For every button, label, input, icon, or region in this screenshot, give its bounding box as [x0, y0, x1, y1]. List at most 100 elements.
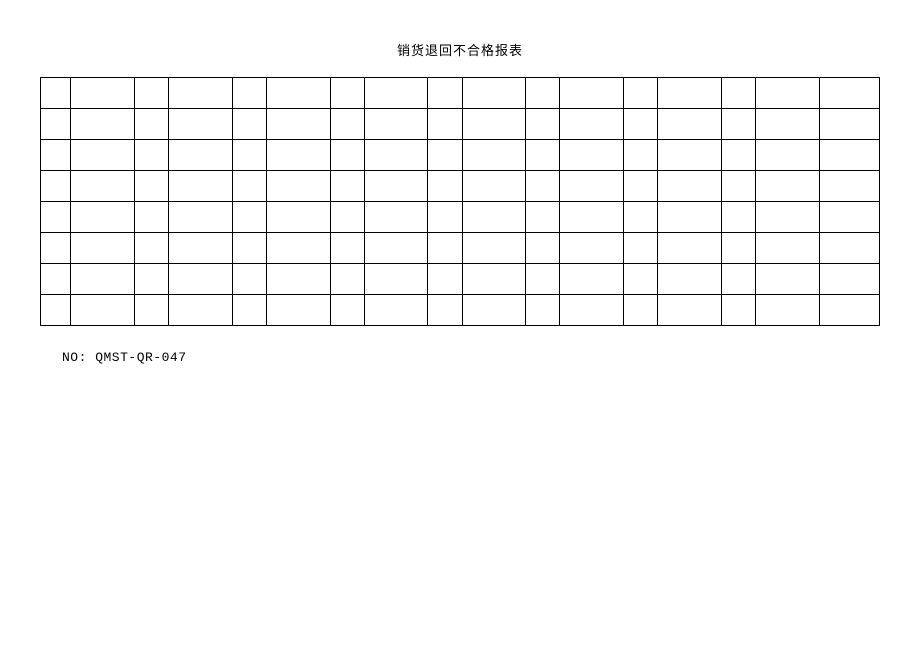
table-cell — [134, 264, 168, 295]
table-cell — [560, 140, 624, 171]
table-cell — [266, 171, 330, 202]
table-cell — [658, 202, 722, 233]
table-cell — [526, 109, 560, 140]
table-cell — [428, 171, 462, 202]
table-cell — [624, 264, 658, 295]
table-cell — [364, 109, 428, 140]
table-row — [41, 171, 880, 202]
table-cell — [756, 109, 820, 140]
document-title: 销货退回不合格报表 — [0, 0, 920, 77]
table-cell — [232, 233, 266, 264]
table-cell — [41, 264, 71, 295]
table-cell — [266, 202, 330, 233]
table-cell — [624, 202, 658, 233]
table-cell — [70, 202, 134, 233]
table-cell — [560, 109, 624, 140]
table-cell — [70, 171, 134, 202]
table-cell — [820, 202, 880, 233]
table-cell — [722, 140, 756, 171]
table-cell — [168, 233, 232, 264]
table-cell — [330, 295, 364, 326]
table-cell — [756, 140, 820, 171]
table-cell — [266, 78, 330, 109]
table-cell — [266, 295, 330, 326]
table-cell — [820, 140, 880, 171]
table-cell — [330, 171, 364, 202]
table-cell — [232, 140, 266, 171]
table-cell — [722, 109, 756, 140]
table-cell — [722, 78, 756, 109]
table-cell — [462, 264, 526, 295]
table-cell — [428, 233, 462, 264]
document-number: NO: QMST-QR-047 — [62, 350, 920, 365]
table-cell — [560, 78, 624, 109]
table-cell — [560, 264, 624, 295]
table-cell — [168, 78, 232, 109]
table-cell — [560, 233, 624, 264]
table-cell — [41, 171, 71, 202]
table-cell — [232, 202, 266, 233]
table-cell — [364, 295, 428, 326]
table-cell — [756, 78, 820, 109]
table-cell — [266, 264, 330, 295]
table-cell — [624, 109, 658, 140]
table-cell — [756, 233, 820, 264]
table-cell — [330, 264, 364, 295]
table-cell — [134, 233, 168, 264]
table-cell — [526, 233, 560, 264]
table-cell — [462, 78, 526, 109]
table-cell — [462, 202, 526, 233]
table-row — [41, 202, 880, 233]
table-cell — [462, 295, 526, 326]
table-cell — [168, 140, 232, 171]
table-cell — [428, 109, 462, 140]
table-cell — [756, 295, 820, 326]
table-cell — [364, 140, 428, 171]
table-cell — [756, 171, 820, 202]
table-cell — [526, 295, 560, 326]
table-cell — [462, 140, 526, 171]
table-cell — [168, 264, 232, 295]
table-cell — [658, 109, 722, 140]
table-cell — [330, 140, 364, 171]
table-cell — [560, 202, 624, 233]
table-cell — [364, 78, 428, 109]
table-cell — [624, 233, 658, 264]
table-cell — [756, 264, 820, 295]
table-cell — [232, 171, 266, 202]
table-cell — [70, 264, 134, 295]
table-cell — [232, 264, 266, 295]
table-cell — [428, 202, 462, 233]
table-cell — [232, 295, 266, 326]
table-container — [40, 77, 880, 326]
table-cell — [41, 140, 71, 171]
table-cell — [70, 140, 134, 171]
table-cell — [134, 109, 168, 140]
table-cell — [70, 233, 134, 264]
table-cell — [820, 295, 880, 326]
table-cell — [526, 140, 560, 171]
table-cell — [560, 171, 624, 202]
table-cell — [658, 140, 722, 171]
table-cell — [820, 264, 880, 295]
table-cell — [658, 78, 722, 109]
table-cell — [820, 109, 880, 140]
table-cell — [134, 78, 168, 109]
table-cell — [168, 202, 232, 233]
table-cell — [266, 140, 330, 171]
table-row — [41, 295, 880, 326]
table-cell — [820, 78, 880, 109]
table-cell — [526, 171, 560, 202]
table-cell — [722, 295, 756, 326]
table-cell — [41, 233, 71, 264]
table-cell — [722, 233, 756, 264]
table-cell — [624, 295, 658, 326]
table-row — [41, 109, 880, 140]
table-cell — [134, 140, 168, 171]
table-cell — [330, 233, 364, 264]
table-cell — [70, 295, 134, 326]
table-cell — [428, 295, 462, 326]
report-table — [40, 77, 880, 326]
table-cell — [462, 233, 526, 264]
table-cell — [70, 78, 134, 109]
